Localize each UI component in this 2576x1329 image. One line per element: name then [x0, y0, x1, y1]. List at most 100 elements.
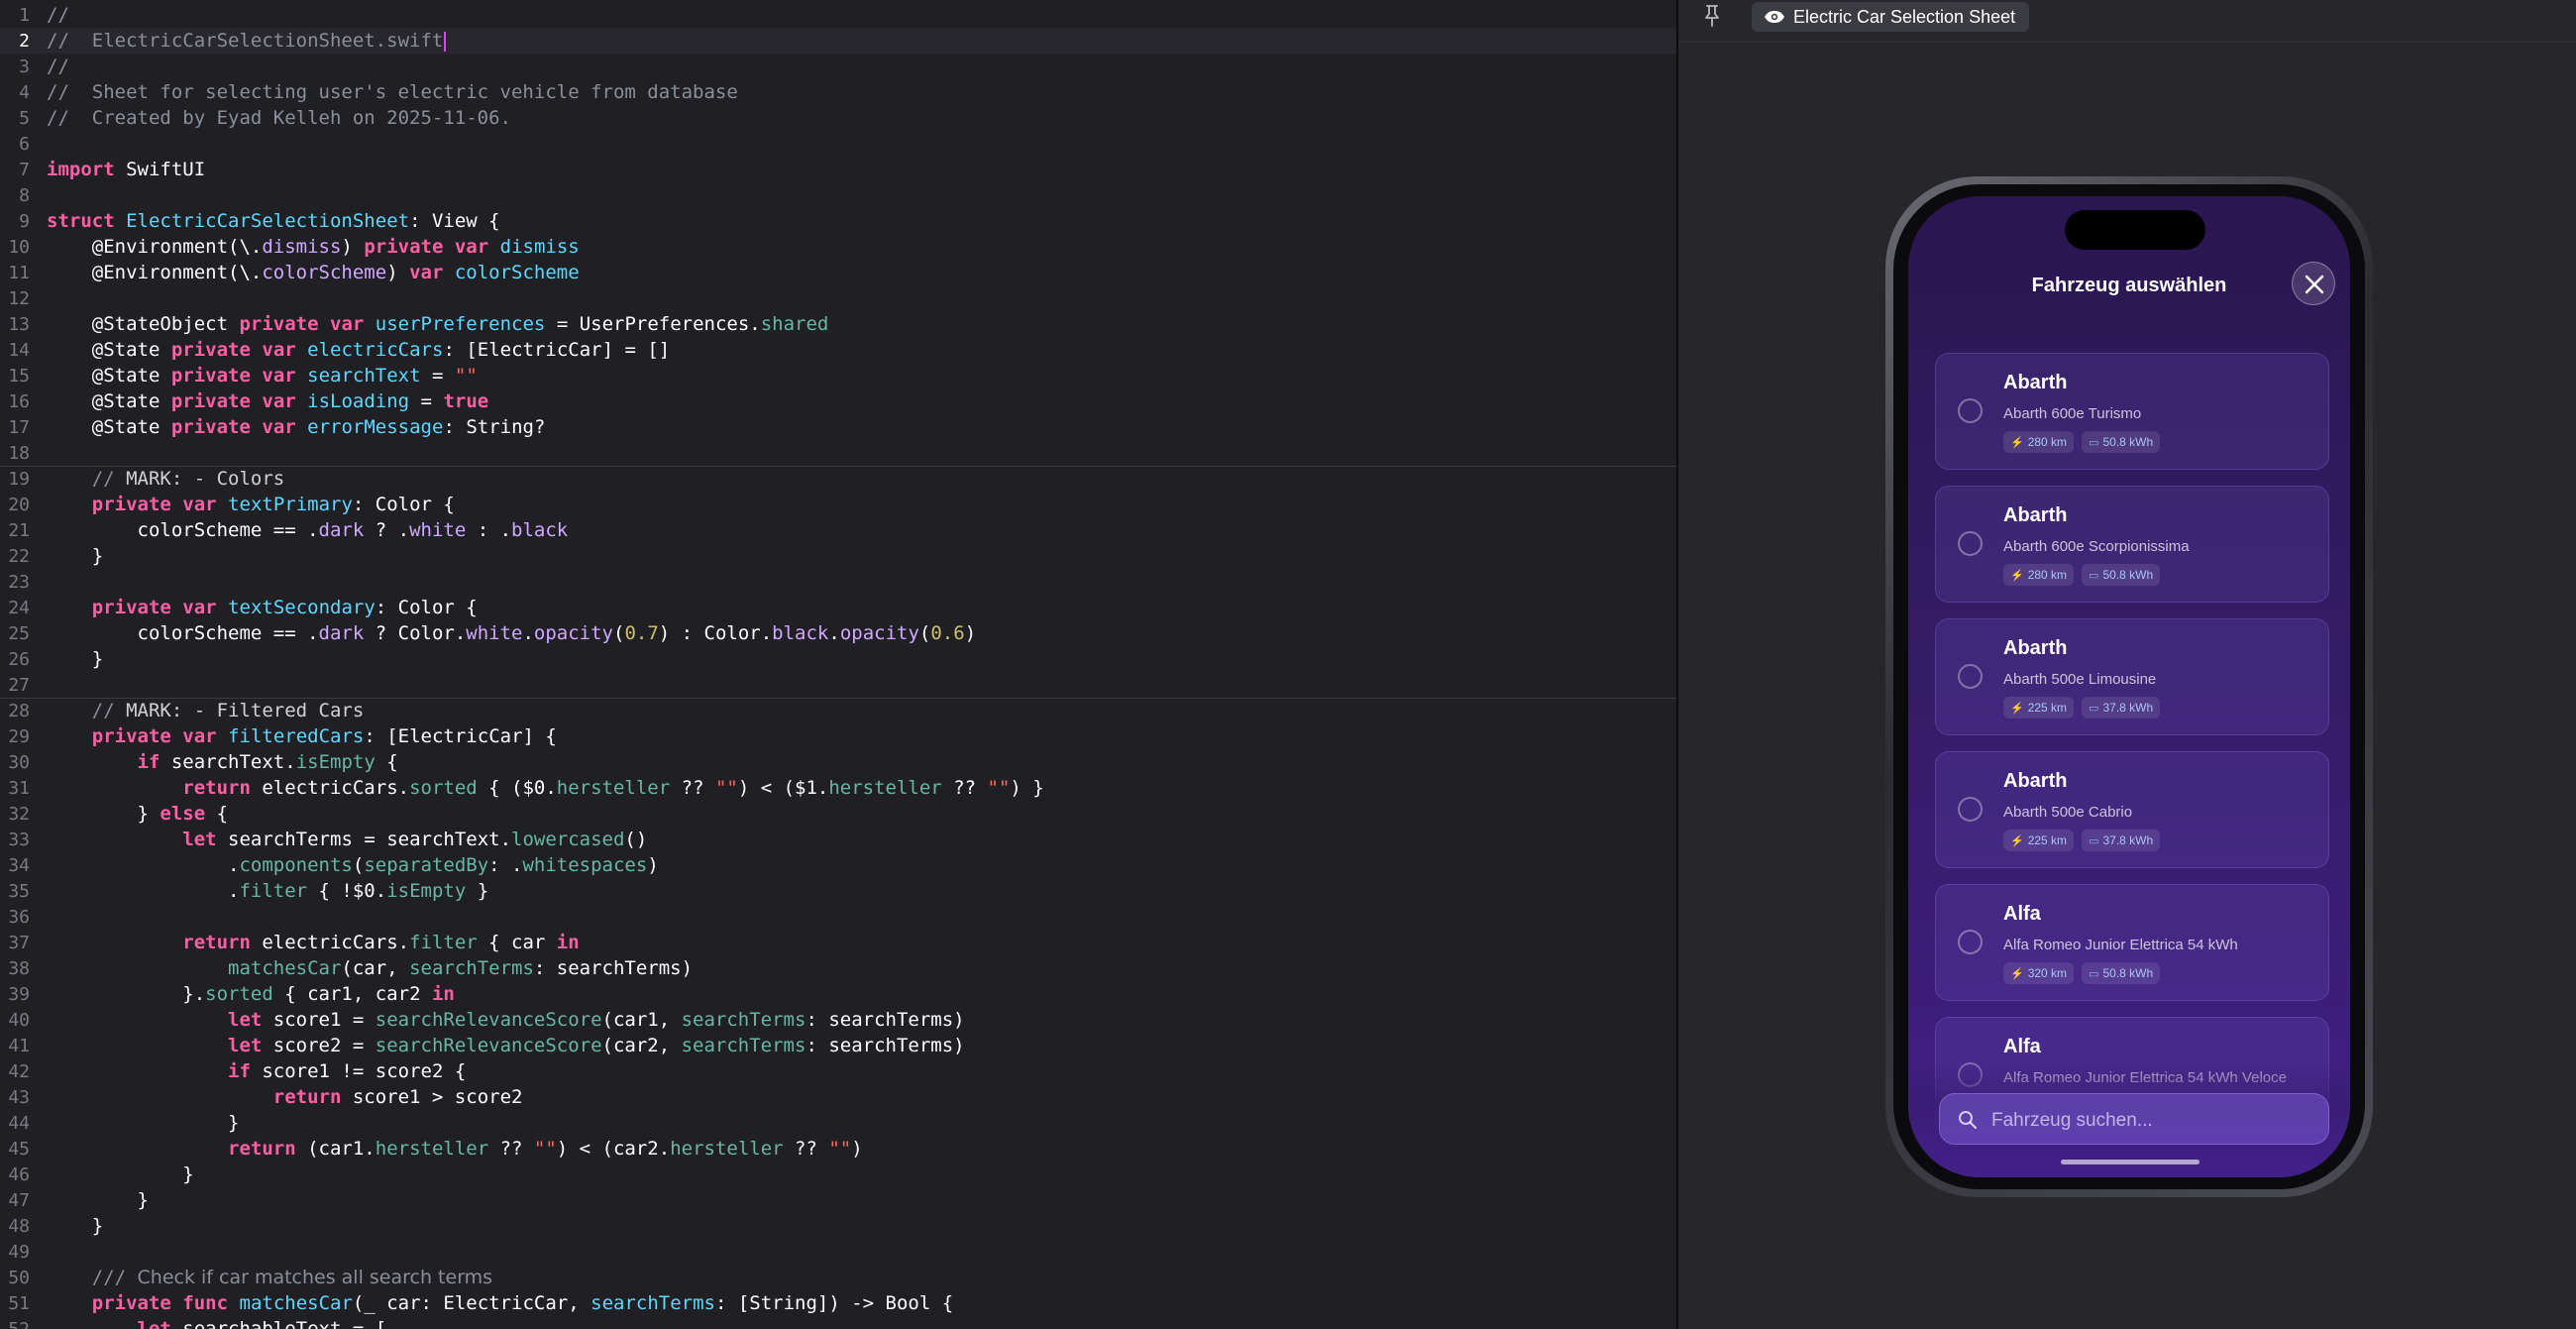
code-line[interactable]: 33 let searchTerms = searchText.lowercas… [0, 827, 1676, 852]
code-text[interactable]: // [47, 4, 69, 26]
code-line[interactable]: 21 colorScheme == .dark ? .white : .blac… [0, 517, 1676, 543]
code-text[interactable]: } [47, 648, 103, 670]
search-bar[interactable] [1939, 1093, 2329, 1145]
code-text[interactable]: @State private var isLoading = true [47, 390, 488, 412]
code-text[interactable]: if searchText.isEmpty { [47, 751, 398, 773]
radio-button[interactable] [1958, 398, 1983, 423]
code-line[interactable]: 27 [0, 672, 1676, 698]
car-card[interactable]: Abarth Abarth 500e Limousine ⚡ 225 km ▭ 37.8 … [1935, 618, 2329, 735]
code-line[interactable]: 35 .filter { !$0.isEmpty } [0, 878, 1676, 904]
code-line[interactable]: 49 [0, 1239, 1676, 1265]
code-line[interactable]: 45 return (car1.hersteller ?? "") < (car… [0, 1136, 1676, 1162]
radio-button[interactable] [1958, 664, 1983, 689]
code-text[interactable]: } else { [47, 803, 229, 825]
code-line[interactable]: 41 let score2 = searchRelevanceScore(car… [0, 1033, 1676, 1058]
code-text[interactable]: } [47, 1189, 149, 1211]
code-editor[interactable]: 1 // 2 // ElectricCarSelectionSheet.swift 3 /… [0, 0, 1676, 1329]
code-text[interactable]: @State private var errorMessage: String? [47, 416, 546, 438]
code-line[interactable]: 39 }.sorted { car1, car2 in [0, 981, 1676, 1007]
code-line[interactable]: 46 } [0, 1162, 1676, 1187]
code-line[interactable]: 4 // Sheet for selecting user's electric … [0, 79, 1676, 105]
code-line[interactable]: 38 matchesCar(car, searchTerms: searchTe… [0, 955, 1676, 981]
code-text[interactable]: // MARK: - Colors [47, 468, 284, 490]
car-card[interactable]: Abarth Abarth 600e Turismo ⚡ 280 km ▭ 50.8 kW… [1935, 353, 2329, 470]
code-line[interactable]: 28 // MARK: - Filtered Cars [0, 698, 1676, 723]
code-text[interactable]: private var filteredCars: [ElectricCar] … [47, 725, 557, 747]
pin-icon[interactable] [1698, 4, 1726, 32]
code-text[interactable]: } [47, 1112, 239, 1134]
code-line[interactable]: 31 return electricCars.sorted { ($0.hers… [0, 775, 1676, 801]
code-line[interactable]: 5 // Created by Eyad Kelleh on 2025-11-06… [0, 105, 1676, 131]
code-line[interactable]: 15 @State private var searchText = "" [0, 363, 1676, 388]
car-card[interactable]: Abarth Abarth 600e Scorpionissima ⚡ 280 km ▭… [1935, 486, 2329, 603]
code-text[interactable]: colorScheme == .dark ? Color.white.opaci… [47, 622, 977, 644]
code-line[interactable]: 22 } [0, 543, 1676, 569]
code-line[interactable]: 30 if searchText.isEmpty { [0, 749, 1676, 775]
radio-button[interactable] [1958, 531, 1983, 556]
code-text[interactable]: // Sheet for selecting user's electric v… [47, 81, 738, 103]
code-line[interactable]: 19 // MARK: - Colors [0, 466, 1676, 492]
code-text[interactable]: struct ElectricCarSelectionSheet: View { [47, 210, 500, 232]
code-line[interactable]: 2 // ElectricCarSelectionSheet.swift [0, 28, 1676, 54]
code-line[interactable]: 47 } [0, 1187, 1676, 1213]
code-line[interactable]: 6 [0, 131, 1676, 157]
code-line[interactable]: 18 [0, 440, 1676, 466]
code-text[interactable]: @Environment(\.colorScheme) var colorSch… [47, 262, 580, 283]
code-line[interactable]: 7 import SwiftUI [0, 157, 1676, 182]
code-line[interactable]: 13 @StateObject private var userPreferen… [0, 311, 1676, 337]
code-text[interactable]: .components(separatedBy: .whitespaces) [47, 854, 659, 876]
code-line[interactable]: 16 @State private var isLoading = true [0, 388, 1676, 414]
code-text[interactable]: } [47, 1163, 193, 1185]
code-text[interactable]: /// Check if car matches all search term… [47, 1267, 492, 1288]
code-text[interactable]: if score1 != score2 { [47, 1060, 466, 1082]
code-line[interactable]: 12 [0, 285, 1676, 311]
code-text[interactable]: @Environment(\.dismiss) private var dism… [47, 236, 580, 258]
code-text[interactable]: // ElectricCarSelectionSheet.swift [47, 30, 447, 52]
code-line[interactable]: 9 struct ElectricCarSelectionSheet: View … [0, 208, 1676, 234]
code-text[interactable]: return electricCars.filter { car in [47, 932, 579, 953]
code-line[interactable]: 23 [0, 569, 1676, 595]
code-line[interactable]: 8 [0, 182, 1676, 208]
code-line[interactable]: 10 @Environment(\.dismiss) private var d… [0, 234, 1676, 260]
code-text[interactable]: colorScheme == .dark ? .white : .black [47, 519, 569, 541]
code-line[interactable]: 50 /// Check if car matches all search t… [0, 1265, 1676, 1290]
code-text[interactable]: @State private var electricCars: [Electr… [47, 339, 670, 361]
code-line[interactable]: 17 @State private var errorMessage: Stri… [0, 414, 1676, 440]
code-line[interactable]: 37 return electricCars.filter { car in [0, 930, 1676, 955]
close-button[interactable] [2292, 262, 2335, 305]
code-text[interactable]: @StateObject private var userPreferences… [47, 313, 829, 335]
code-line[interactable]: 34 .components(separatedBy: .whitespaces… [0, 852, 1676, 878]
code-text[interactable]: let score1 = searchRelevanceScore(car1, … [47, 1009, 965, 1031]
code-text[interactable]: private var textSecondary: Color { [47, 597, 478, 618]
code-text[interactable]: } [47, 1215, 103, 1237]
code-text[interactable]: // Created by Eyad Kelleh on 2025-11-06. [47, 107, 511, 129]
code-text[interactable]: }.sorted { car1, car2 in [47, 983, 455, 1005]
preview-tab[interactable]: Electric Car Selection Sheet [1752, 2, 2030, 32]
code-line[interactable]: 52 let searchableText = [ [0, 1316, 1676, 1329]
code-text[interactable]: let searchableText = [ [47, 1318, 387, 1329]
code-text[interactable]: return (car1.hersteller ?? "") < (car2.h… [47, 1138, 863, 1160]
code-text[interactable]: // MARK: - Filtered Cars [47, 700, 365, 721]
code-line[interactable]: 24 private var textSecondary: Color { [0, 595, 1676, 620]
code-line[interactable]: 32 } else { [0, 801, 1676, 827]
code-text[interactable]: let searchTerms = searchText.lowercased(… [47, 829, 647, 850]
code-text[interactable]: let score2 = searchRelevanceScore(car2, … [47, 1035, 965, 1056]
car-card[interactable]: Alfa Alfa Romeo Junior Elettrica 54 kWh ⚡ 3… [1935, 884, 2329, 1001]
code-text[interactable]: @State private var searchText = "" [47, 365, 478, 387]
code-line[interactable]: 42 if score1 != score2 { [0, 1058, 1676, 1084]
code-text[interactable]: return electricCars.sorted { ($0.herstel… [47, 777, 1043, 799]
code-text[interactable]: return score1 > score2 [47, 1086, 523, 1108]
code-text[interactable]: private func matchesCar(_ car: ElectricC… [47, 1292, 953, 1314]
code-line[interactable]: 20 private var textPrimary: Color { [0, 492, 1676, 517]
code-line[interactable]: 1 // [0, 2, 1676, 28]
radio-button[interactable] [1958, 930, 1983, 954]
code-line[interactable]: 44 } [0, 1110, 1676, 1136]
code-line[interactable]: 51 private func matchesCar(_ car: Electr… [0, 1290, 1676, 1316]
code-line[interactable]: 36 [0, 904, 1676, 930]
code-line[interactable]: 25 colorScheme == .dark ? Color.white.op… [0, 620, 1676, 646]
code-line[interactable]: 43 return score1 > score2 [0, 1084, 1676, 1110]
code-text[interactable]: matchesCar(car, searchTerms: searchTerms… [47, 957, 693, 979]
code-line[interactable]: 11 @Environment(\.colorScheme) var color… [0, 260, 1676, 285]
code-line[interactable]: 3 // [0, 54, 1676, 79]
code-text[interactable]: import SwiftUI [47, 159, 205, 180]
